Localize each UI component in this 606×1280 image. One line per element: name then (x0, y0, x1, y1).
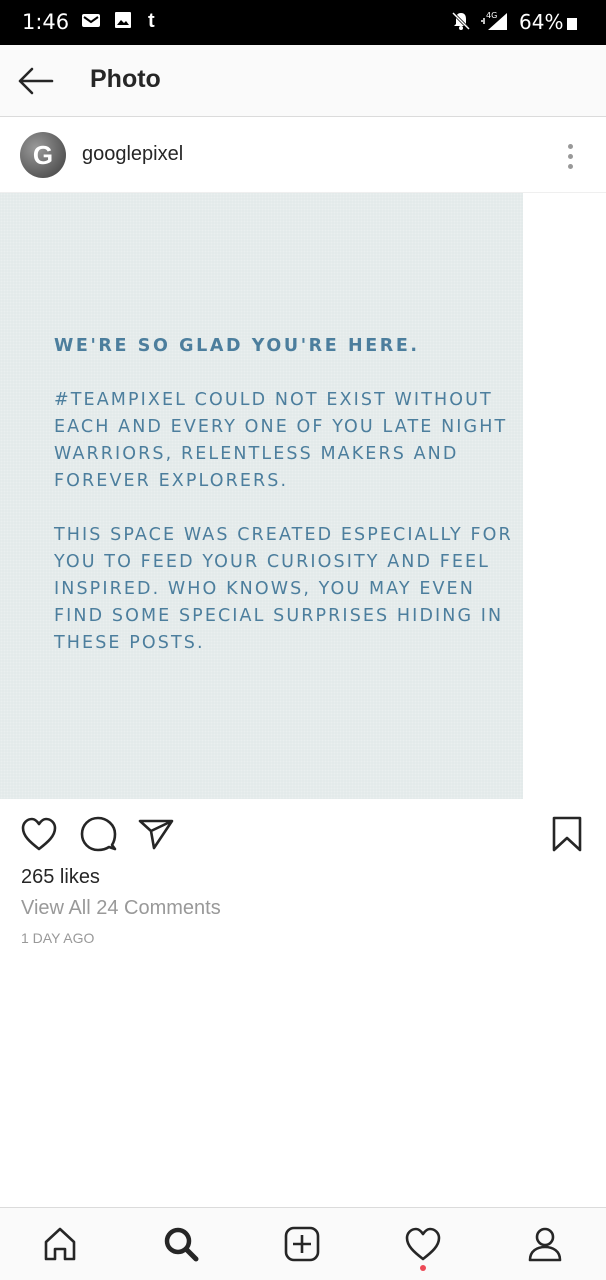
share-button[interactable] (134, 812, 178, 856)
app-bar: Photo (0, 45, 606, 117)
avatar[interactable]: G (20, 132, 66, 178)
status-time: 1:46 (22, 10, 70, 34)
image-paragraph-1: #TEAMPIXEL COULD NOT EXIST WITHOUT EACH … (54, 390, 508, 491)
tab-profile[interactable] (523, 1222, 567, 1266)
activity-icon (405, 1227, 441, 1261)
tab-home[interactable] (38, 1222, 82, 1266)
image-paragraph-2: THIS SPACE WAS CREATED ESPECIALLY FOR YO… (54, 525, 513, 653)
back-button[interactable] (14, 61, 56, 101)
network-type-label: 4G (486, 11, 497, 20)
likes-count[interactable]: 265 likes (21, 866, 100, 889)
post-image[interactable]: WE'RE SO GLAD YOU'RE HERE. #TEAMPIXEL CO… (0, 193, 523, 799)
battery-percent: 64% (519, 10, 564, 34)
image-heading: WE'RE SO GLAD YOU'RE HERE. (54, 336, 420, 356)
save-button[interactable] (545, 812, 589, 856)
comment-icon (80, 816, 117, 852)
activity-notification-dot (420, 1265, 426, 1271)
avatar-letter: G (32, 139, 54, 170)
status-bar: 1:46 t 4G 64% (0, 0, 606, 45)
battery-icon (566, 17, 578, 31)
tab-activity[interactable] (401, 1222, 445, 1266)
bottom-tab-bar (0, 1207, 606, 1280)
back-arrow-icon (18, 67, 54, 95)
post-header: G googlepixel (0, 118, 606, 193)
notifications-muted-icon (450, 10, 472, 32)
more-dot-icon (567, 163, 573, 169)
profile-icon (528, 1227, 562, 1262)
bookmark-icon (552, 816, 582, 852)
page-title: Photo (90, 65, 161, 93)
tumblr-icon: t (148, 10, 155, 32)
like-button[interactable] (17, 812, 61, 856)
more-options-button[interactable] (558, 138, 582, 174)
home-icon (44, 1227, 76, 1261)
more-dot-icon (567, 143, 573, 149)
send-icon (138, 819, 174, 850)
image-icon (113, 10, 133, 30)
email-icon (80, 10, 102, 30)
heart-icon (21, 817, 57, 851)
tab-search[interactable] (159, 1222, 203, 1266)
post-timestamp: 1 DAY AGO (21, 930, 95, 946)
comment-button[interactable] (76, 812, 120, 856)
post-image-text: WE'RE SO GLAD YOU'RE HERE. #TEAMPIXEL CO… (54, 333, 514, 684)
post-actions (0, 812, 606, 856)
view-comments-link[interactable]: View All 24 Comments (21, 897, 221, 920)
search-icon (164, 1227, 199, 1262)
tab-new-post[interactable] (280, 1222, 324, 1266)
signal-icon: 4G (480, 10, 510, 32)
more-dot-icon (567, 153, 573, 159)
username-link[interactable]: googlepixel (82, 143, 183, 166)
new-post-icon (284, 1226, 320, 1262)
